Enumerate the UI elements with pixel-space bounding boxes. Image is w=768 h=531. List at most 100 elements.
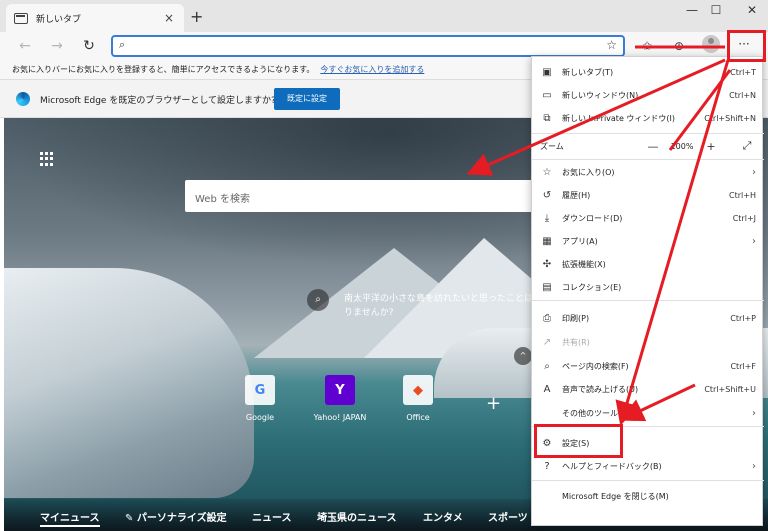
news-tab-label: パーソナライズ設定 [136, 513, 227, 524]
plus-icon[interactable]: + [190, 7, 203, 26]
favbar-text: お気に入りバーにお気に入りを登録すると、簡単にアクセスできるようになります。 [12, 65, 315, 74]
menu-item-label: 共有(R) [562, 337, 590, 347]
menu-item-label: お気に入り(O) [562, 167, 615, 177]
edge-window: 新しいタブ × + — ☐ ✕ ← → ↻ ⌕ ☆ ✩ ⊕ ··· お気に入りバ… [0, 0, 768, 531]
quicklink-tile[interactable]: Y Yahoo! JAPAN [305, 375, 375, 422]
office-icon: ◆ [403, 375, 433, 405]
avatar[interactable] [702, 35, 720, 53]
help-icon: ? [544, 460, 550, 472]
menu-item-print[interactable]: ⎙ 印刷(P) Ctrl+P [532, 307, 764, 329]
print-icon: ⎙ [543, 312, 551, 324]
menu-item-new-window[interactable]: ▭ 新しいウィンドウ(N) Ctrl+N [532, 84, 764, 106]
tab-strip: 新しいタブ × + — ☐ ✕ [0, 0, 768, 32]
news-tab[interactable]: ✎ パーソナライズ設定 [125, 509, 227, 524]
menu-item-help[interactable]: ? ヘルプとフィードバック(B) › [532, 455, 764, 477]
menu-item-label: 音声で読み上げる(U) [562, 384, 639, 394]
window-icon: ▭ [542, 89, 552, 101]
chevron-right-icon: › [752, 235, 756, 247]
tab-title: 新しいタブ [36, 14, 82, 25]
menu-item-label: その他のツール(L) [562, 408, 629, 418]
window-close-icon[interactable]: ✕ [740, 3, 764, 17]
tile-label: Yahoo! JAPAN [313, 413, 367, 422]
collections-icon[interactable]: ⊕ [668, 36, 690, 56]
apps-grid-icon[interactable] [40, 152, 54, 166]
menu-divider [532, 159, 764, 160]
favorites-icon: ☆ [542, 166, 552, 178]
favorites-icon[interactable]: ✩ [636, 36, 658, 56]
menu-item-history[interactable]: ↺ 履歴(H) Ctrl+H [532, 184, 764, 206]
news-tab[interactable]: エンタメ [423, 509, 463, 524]
menu-item-find[interactable]: ⌕ ページ内の検索(F) Ctrl+F [532, 355, 764, 377]
tab-new[interactable]: 新しいタブ × [6, 4, 184, 32]
minimize-icon[interactable]: — [680, 3, 704, 17]
set-default-button[interactable]: 既定に設定 [274, 88, 340, 110]
menu-item-share: ↗ 共有(R) [532, 331, 764, 353]
chevron-right-icon: › [752, 166, 756, 178]
favorite-star-icon[interactable]: ☆ [606, 38, 617, 52]
google-icon: G [245, 375, 275, 405]
news-tab[interactable]: 埼玉県のニュース [317, 509, 397, 524]
toolbar: ← → ↻ ⌕ ☆ ✩ ⊕ ··· [0, 32, 768, 59]
menu-item-label: ヘルプとフィードバック(B) [562, 461, 662, 471]
collections-icon: ▤ [542, 281, 552, 293]
menu-item-favorites[interactable]: ☆ お気に入り(O) › [532, 161, 764, 183]
extensions-icon: ✣ [542, 258, 552, 270]
menu-divider [532, 300, 764, 301]
find-icon: ⌕ [544, 360, 550, 372]
menu-item-close-edge[interactable]: Microsoft Edge を閉じる(M) [532, 485, 764, 507]
address-bar[interactable]: ⌕ ☆ [111, 35, 625, 57]
zoom-out-button[interactable]: — [642, 140, 664, 153]
history-icon: ↺ [542, 189, 552, 201]
menu-item-label: 新しい InPrivate ウィンドウ(I) [562, 113, 676, 123]
menu-shortcut: Ctrl+Shift+N [704, 113, 756, 123]
highlight-more-button [727, 30, 766, 62]
menu-item-label: 拡張機能(X) [562, 259, 606, 269]
chevron-up-icon[interactable]: ^ [514, 347, 532, 365]
menu-item-apps[interactable]: ▦ アプリ(A) › [532, 230, 764, 252]
newtab-icon: ▣ [542, 66, 552, 78]
news-tab[interactable]: マイニュース [40, 509, 100, 527]
download-icon: ⤓ [544, 212, 550, 224]
back-icon[interactable]: ← [14, 36, 36, 56]
favbar-link[interactable]: 今すぐお気に入りを追加する [320, 65, 424, 74]
menu-shortcut: Ctrl+Shift+U [704, 384, 756, 394]
news-tab[interactable]: ニュース [252, 509, 292, 524]
background-iceberg [4, 268, 254, 498]
chevron-right-icon: › [752, 460, 756, 472]
maximize-icon[interactable]: ☐ [704, 3, 728, 17]
quicklink-tile[interactable]: G Google [225, 375, 295, 422]
menu-item-new-tab[interactable]: ▣ 新しいタブ(T) Ctrl+T [532, 61, 764, 83]
menu-item-collections[interactable]: ▤ コレクション(E) [532, 276, 764, 298]
news-tab[interactable]: スポーツ [488, 509, 528, 524]
menu-item-label: 新しいタブ(T) [562, 67, 614, 77]
tile-label: Office [406, 413, 430, 422]
share-icon: ↗ [542, 336, 552, 348]
quicklink-tile[interactable]: ◆ Office [383, 375, 453, 422]
fullscreen-icon[interactable]: ⤢ [736, 139, 758, 153]
spotlight-search-icon[interactable]: ⌕ [307, 289, 329, 311]
menu-item-read-aloud[interactable]: A 音声で読み上げる(U) Ctrl+Shift+U [532, 378, 764, 400]
menu-divider [532, 133, 764, 134]
menu-shortcut: Ctrl+H [729, 190, 756, 200]
infobar-text: Microsoft Edge を既定のブラウザーとして設定しますか? [40, 96, 276, 106]
zoom-row: ズーム — 100% + ⤢ [532, 135, 764, 157]
spotlight-text[interactable]: 南太平洋の小さな島を訪れたいと思ったことはありませんか? [344, 292, 544, 320]
refresh-icon[interactable]: ↻ [78, 36, 100, 56]
newtab-icon [14, 12, 28, 24]
menu-shortcut: Ctrl+P [730, 313, 756, 323]
web-search-box[interactable]: Web を検索 [185, 180, 549, 212]
forward-icon[interactable]: → [46, 36, 68, 56]
menu-item-label: Microsoft Edge を閉じる(M) [562, 491, 669, 501]
menu-item-extensions[interactable]: ✣ 拡張機能(X) [532, 253, 764, 275]
menu-item-inprivate[interactable]: ⧉ 新しい InPrivate ウィンドウ(I) Ctrl+Shift+N [532, 107, 764, 129]
zoom-label: ズーム [540, 141, 564, 151]
inprivate-icon: ⧉ [543, 112, 551, 124]
menu-item-downloads[interactable]: ⤓ ダウンロード(D) Ctrl+J [532, 207, 764, 229]
menu-item-label: 新しいウィンドウ(N) [562, 90, 639, 100]
close-icon[interactable]: × [162, 11, 176, 25]
zoom-in-button[interactable]: + [700, 140, 722, 153]
menu-item-more-tools[interactable]: その他のツール(L) › [532, 402, 764, 424]
add-tile-icon[interactable]: + [486, 393, 501, 414]
chevron-right-icon: › [752, 407, 756, 419]
web-search-placeholder: Web を検索 [195, 194, 250, 205]
